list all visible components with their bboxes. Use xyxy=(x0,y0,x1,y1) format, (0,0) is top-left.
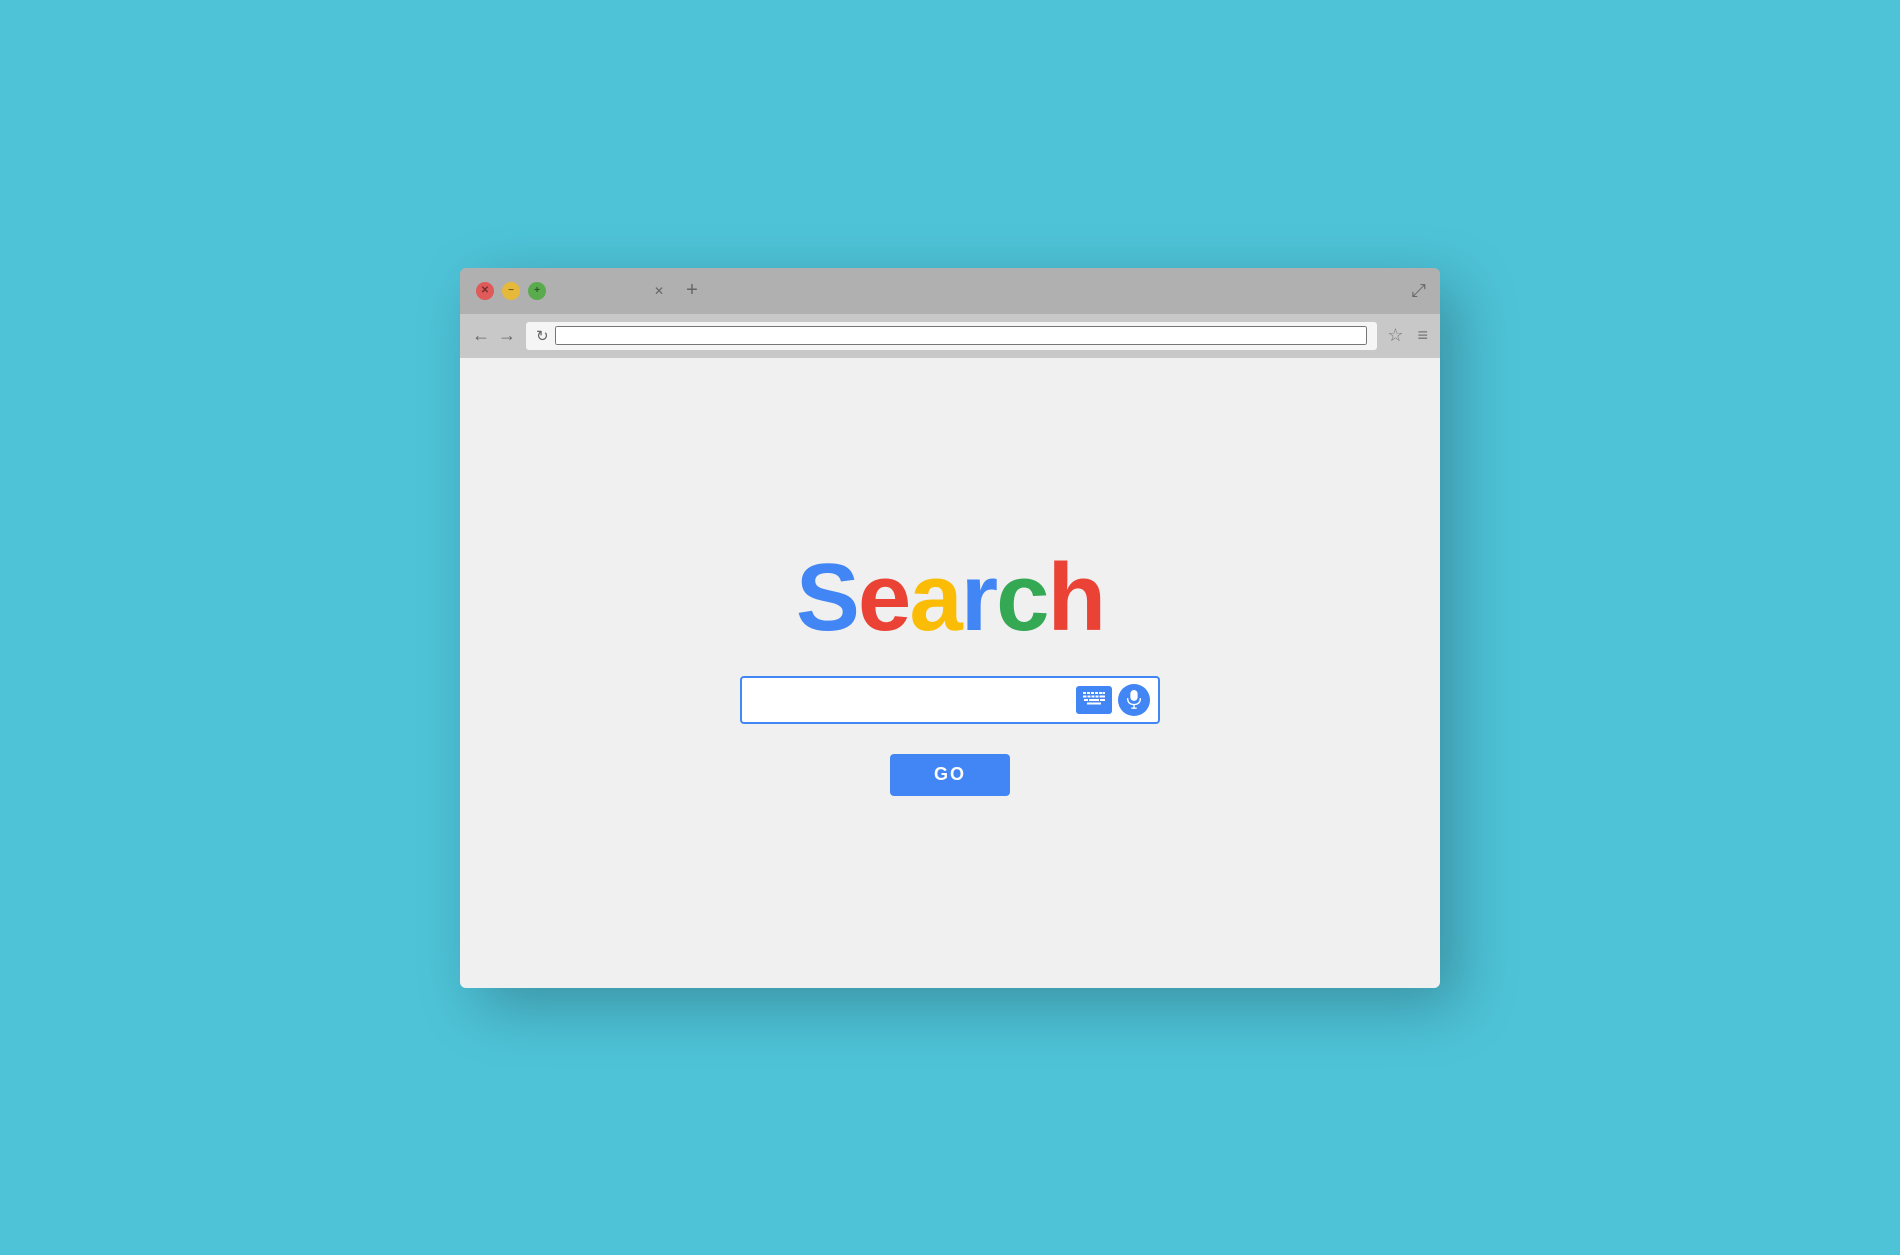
logo-letter-h: h xyxy=(1047,544,1104,651)
search-input-area xyxy=(740,676,1160,724)
reload-icon[interactable]: ↻ xyxy=(536,327,549,345)
close-button[interactable]: ✕ xyxy=(476,282,494,300)
search-logo: Search xyxy=(796,550,1104,646)
go-button[interactable]: GO xyxy=(890,754,1010,796)
title-bar: ✕ − + ✕ + ⤢ xyxy=(460,268,1440,314)
tab-item[interactable]: ✕ xyxy=(640,268,678,314)
maximize-button[interactable]: + xyxy=(528,282,546,300)
page-content: Search xyxy=(460,358,1440,988)
keyboard-icon-button[interactable] xyxy=(1076,686,1112,714)
logo-letter-a: a xyxy=(909,544,960,651)
expand-icon[interactable]: ⤢ xyxy=(1412,280,1426,301)
address-input-container: ↻ xyxy=(526,322,1377,350)
logo-letter-c: c xyxy=(996,544,1047,651)
minimize-button[interactable]: − xyxy=(502,282,520,300)
minimize-icon: − xyxy=(508,285,514,296)
menu-icon[interactable]: ≡ xyxy=(1417,325,1428,346)
input-icons xyxy=(1076,684,1150,716)
forward-button[interactable]: → xyxy=(498,325,516,346)
keyboard-icon xyxy=(1083,692,1105,708)
address-bar-row: ← → ↻ ☆ ≡ xyxy=(460,314,1440,358)
tab-add-icon[interactable]: + xyxy=(686,279,698,302)
browser-wrapper: ✕ − + ✕ + ⤢ ← → xyxy=(460,268,1440,988)
close-icon: ✕ xyxy=(481,285,489,296)
microphone-icon xyxy=(1126,690,1142,710)
traffic-lights: ✕ − + xyxy=(460,282,546,300)
address-input[interactable] xyxy=(555,326,1368,345)
logo-letter-e: e xyxy=(858,544,909,651)
maximize-icon: + xyxy=(534,285,540,296)
microphone-icon-button[interactable] xyxy=(1118,684,1150,716)
logo-letter-r: r xyxy=(961,544,996,651)
tab-bar: ✕ + xyxy=(640,268,698,314)
address-right-icons: ☆ ≡ xyxy=(1387,325,1428,346)
browser-window: ✕ − + ✕ + ⤢ ← → xyxy=(460,268,1440,988)
back-button[interactable]: ← xyxy=(472,325,490,346)
bookmark-icon[interactable]: ☆ xyxy=(1387,325,1403,346)
logo-letter-s: S xyxy=(796,544,858,651)
tab-close-icon[interactable]: ✕ xyxy=(654,284,664,298)
search-input[interactable] xyxy=(750,691,1076,709)
nav-buttons: ← → xyxy=(472,325,516,346)
